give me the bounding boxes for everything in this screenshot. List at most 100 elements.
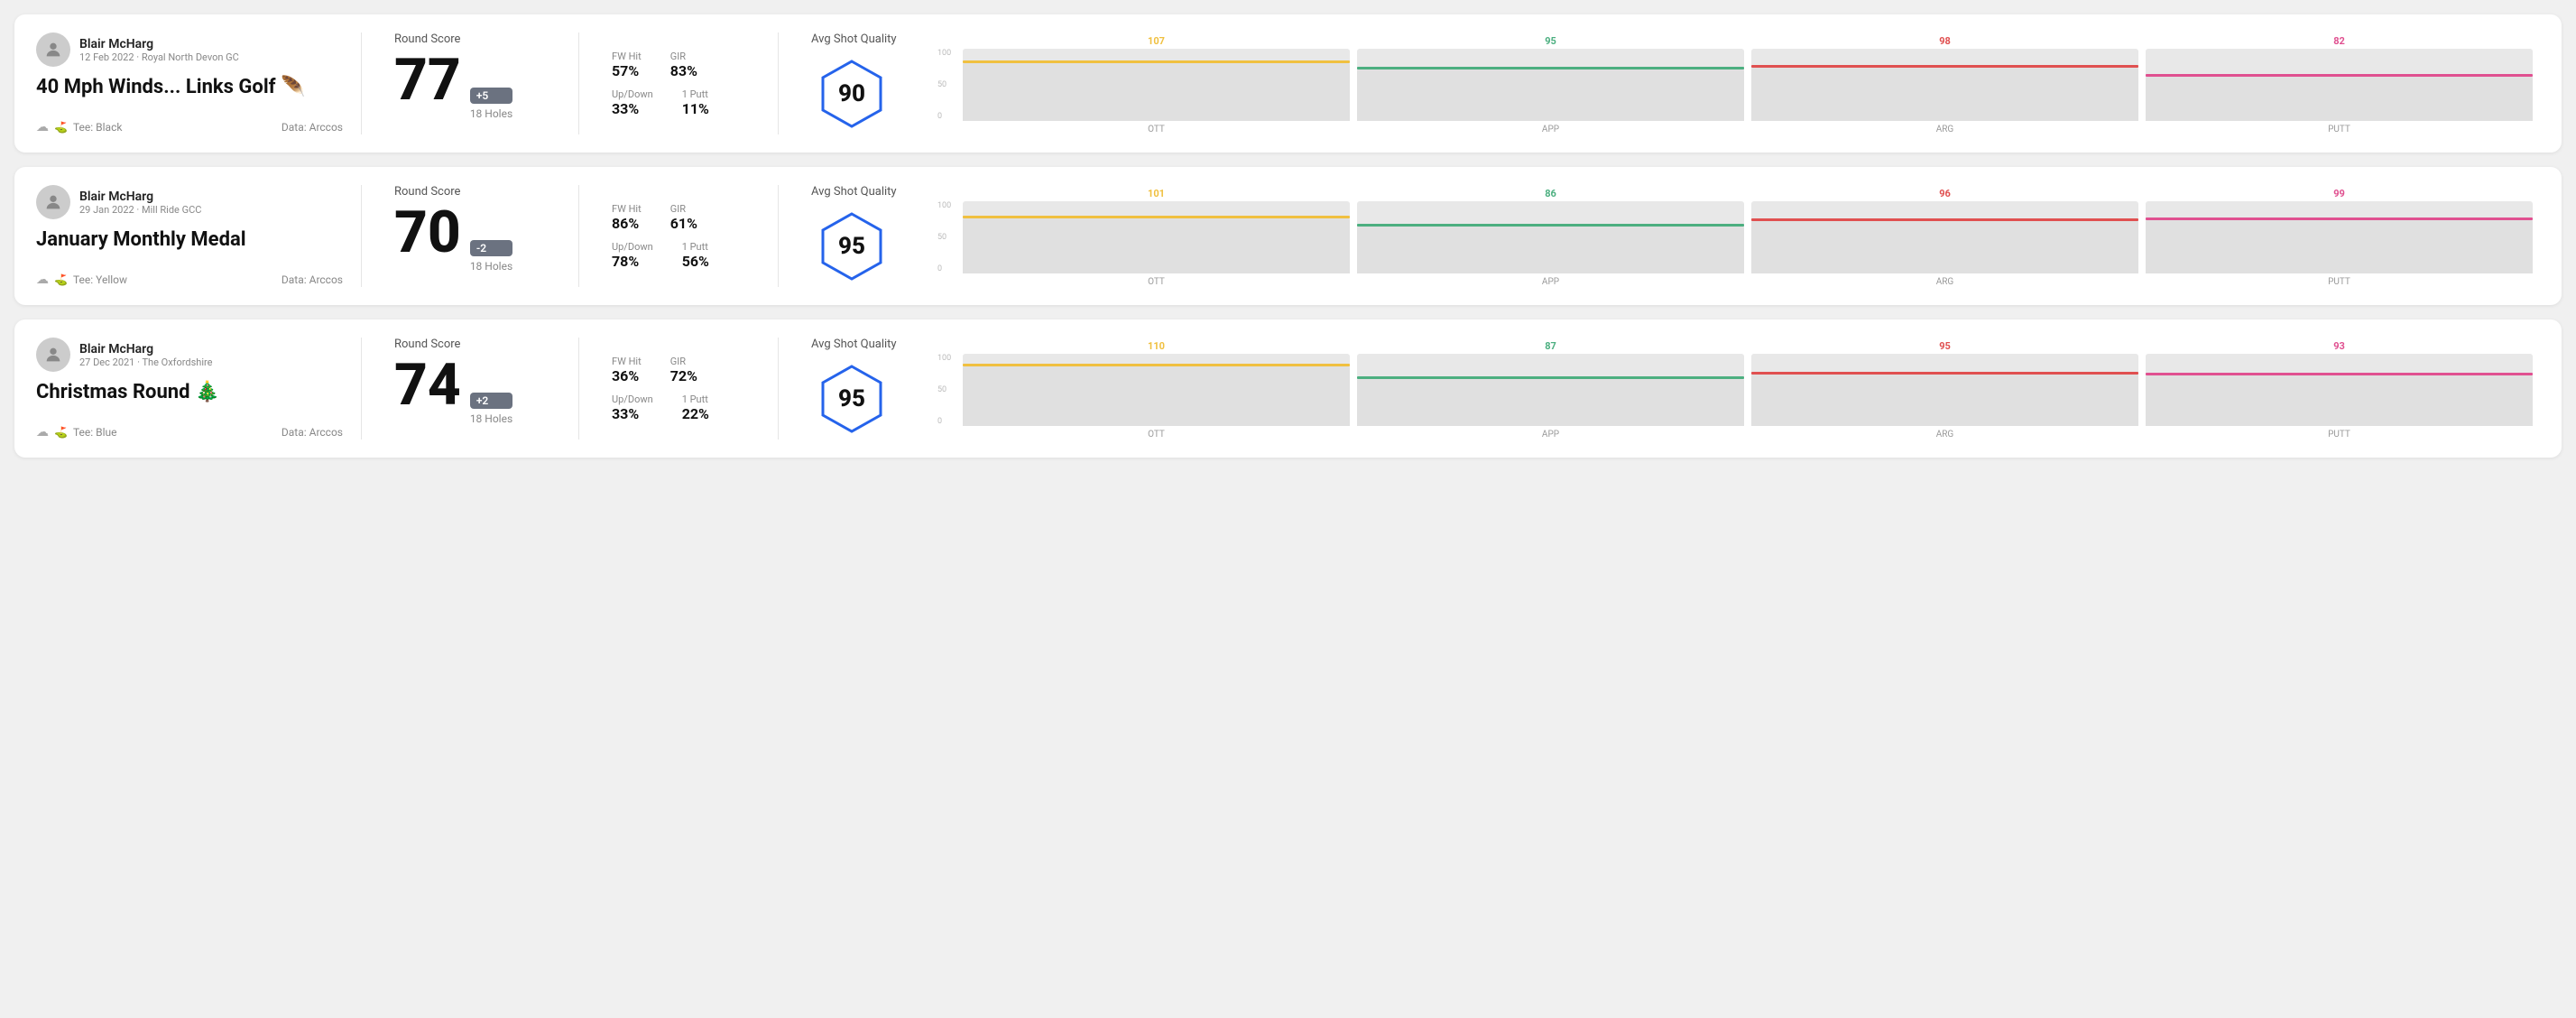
bar-area (963, 354, 1350, 426)
quality-number: 90 (838, 80, 865, 107)
app-x-label: APP (1357, 125, 1744, 134)
user-name: Blair McHarg (79, 190, 201, 204)
putt-top-label: 82 (2146, 35, 2533, 47)
y-label-100: 100 (937, 201, 951, 210)
up-down-stat: Up/Down 33% (612, 88, 653, 117)
fw-hit-label: FW Hit (612, 203, 642, 215)
gir-label: GIR (670, 203, 697, 215)
score-section-label: Round Score (394, 32, 546, 46)
arg-top-label: 98 (1751, 35, 2138, 47)
arg-x-label: ARG (1751, 125, 2138, 134)
stats-group-top: FW Hit 57% GIR 83% (612, 51, 745, 79)
fw-hit-stat: FW Hit 86% (612, 203, 642, 232)
round-card: Blair McHarg 29 Jan 2022 · Mill Ride GCC… (14, 167, 2562, 305)
hexagon-container: 95 (811, 358, 892, 440)
score-diff-badge: +5 (470, 88, 512, 104)
fw-hit-label: FW Hit (612, 356, 642, 367)
y-label-0: 0 (937, 417, 951, 426)
y-axis-labels: 100 50 0 (937, 201, 951, 273)
score-badge-col: -2 18 Holes (470, 240, 512, 273)
round-title: Christmas Round 🎄 (36, 381, 343, 403)
divider (578, 185, 579, 287)
chart-bars (963, 201, 2533, 273)
arg-x-label: ARG (1751, 430, 2138, 440)
putt-x-label: PUTT (2146, 430, 2533, 440)
stats-group-top: FW Hit 36% GIR 72% (612, 356, 745, 384)
up-down-stat: Up/Down 33% (612, 393, 653, 422)
tee-row: ☁ ⛳ Tee: Black Data: Arccos (36, 120, 343, 134)
data-source: Data: Arccos (282, 426, 343, 439)
user-row: Blair McHarg 29 Jan 2022 · Mill Ride GCC (36, 185, 343, 219)
one-putt-value: 22% (682, 405, 709, 422)
round-left-section: Blair McHarg 29 Jan 2022 · Mill Ride GCC… (36, 185, 343, 287)
bar-area (963, 49, 1350, 121)
round-left-section: Blair McHarg 27 Dec 2021 · The Oxfordshi… (36, 338, 343, 440)
ott-top-label: 110 (963, 340, 1350, 352)
putt-top-label: 99 (2146, 188, 2533, 199)
holes-text: 18 Holes (470, 412, 512, 425)
y-axis-labels: 100 50 0 (937, 354, 951, 426)
stats-section: FW Hit 57% GIR 83% Up/Down 33% 1 Putt 11… (597, 32, 760, 134)
one-putt-stat: 1 Putt 11% (682, 88, 709, 117)
stats-group-top: FW Hit 86% GIR 61% (612, 203, 745, 232)
data-source: Data: Arccos (282, 273, 343, 286)
user-info: Blair McHarg 27 Dec 2021 · The Oxfordshi… (79, 342, 212, 368)
putt-x-label: PUTT (2146, 277, 2533, 287)
app-x-label: APP (1357, 277, 1744, 287)
cloud-icon: ☁ (36, 425, 49, 440)
top-labels-row: 107 95 98 82 (937, 35, 2533, 47)
y-axis-labels: 100 50 0 (937, 49, 951, 121)
quality-label: Avg Shot Quality (811, 338, 897, 351)
fw-hit-stat: FW Hit 36% (612, 356, 642, 384)
score-diff-badge: +2 (470, 393, 512, 409)
up-down-label: Up/Down (612, 393, 653, 405)
y-label-50: 50 (937, 233, 951, 242)
bar-area (2146, 354, 2533, 426)
fw-hit-value: 36% (612, 367, 642, 384)
score-row: 77 +5 18 Holes (394, 51, 546, 120)
quality-section: Avg Shot Quality 95 (797, 185, 923, 287)
stats-group-bottom: Up/Down 78% 1 Putt 56% (612, 241, 745, 270)
y-label-0: 0 (937, 264, 951, 273)
chart-section: 107 95 98 82 100 50 0 (923, 32, 2540, 134)
bar-area (1751, 201, 2138, 273)
tee-info: ☁ ⛳ Tee: Black (36, 120, 122, 134)
avatar (36, 32, 70, 67)
cloud-icon: ☁ (36, 120, 49, 134)
ott-x-label: OTT (963, 277, 1350, 287)
y-label-50: 50 (937, 80, 951, 89)
score-number: 70 (394, 204, 461, 262)
round-left-section: Blair McHarg 12 Feb 2022 · Royal North D… (36, 32, 343, 134)
avatar (36, 338, 70, 372)
top-labels-row: 110 87 95 93 (937, 340, 2533, 352)
fw-hit-value: 86% (612, 215, 642, 232)
score-badge-col: +5 18 Holes (470, 88, 512, 120)
fw-hit-value: 57% (612, 62, 642, 79)
quality-label: Avg Shot Quality (811, 32, 897, 46)
user-info: Blair McHarg 29 Jan 2022 · Mill Ride GCC (79, 190, 201, 216)
cloud-icon: ☁ (36, 273, 49, 287)
chart-section: 101 86 96 99 100 50 0 (923, 185, 2540, 287)
bar-area (1357, 354, 1744, 426)
score-number: 74 (394, 356, 461, 414)
data-source: Data: Arccos (282, 121, 343, 134)
stats-section: FW Hit 86% GIR 61% Up/Down 78% 1 Putt 56… (597, 185, 760, 287)
quality-number: 95 (838, 233, 865, 260)
x-labels-row: OTT APP ARG PUTT (937, 277, 2533, 287)
divider (361, 185, 362, 287)
app-top-label: 95 (1357, 35, 1744, 47)
one-putt-label: 1 Putt (682, 88, 709, 100)
hexagon-container: 90 (811, 53, 892, 134)
x-labels-row: OTT APP ARG PUTT (937, 430, 2533, 440)
one-putt-stat: 1 Putt 22% (682, 393, 709, 422)
divider (578, 338, 579, 440)
bar-area (1751, 354, 2138, 426)
gir-stat: GIR 61% (670, 203, 697, 232)
user-name: Blair McHarg (79, 37, 239, 51)
fw-hit-label: FW Hit (612, 51, 642, 62)
quality-section: Avg Shot Quality 90 (797, 32, 923, 134)
gir-stat: GIR 72% (670, 356, 697, 384)
gir-value: 72% (670, 367, 697, 384)
arg-top-label: 96 (1751, 188, 2138, 199)
y-label-100: 100 (937, 49, 951, 58)
